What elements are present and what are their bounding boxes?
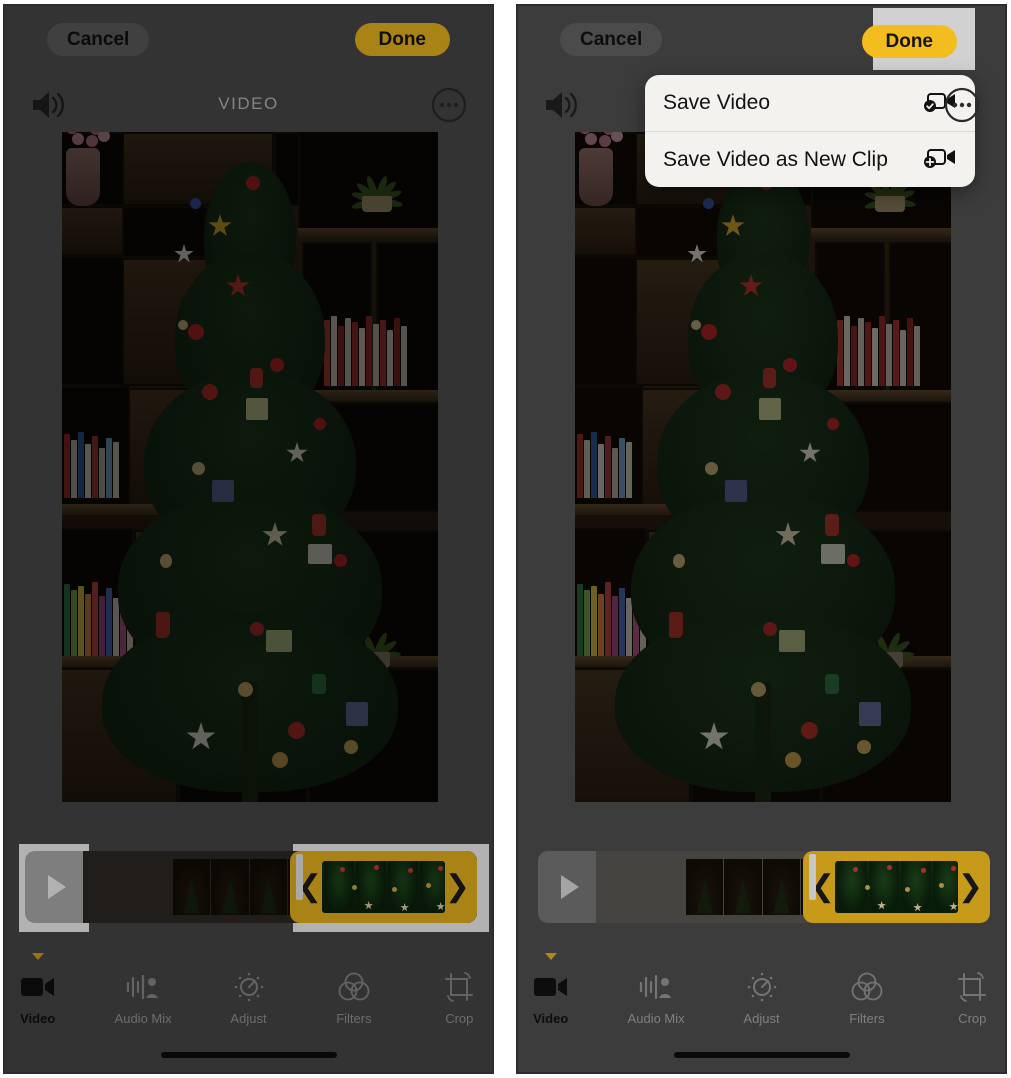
menu-item-label: Save Video as New Clip (663, 147, 888, 171)
home-indicator (673, 1052, 850, 1058)
cancel-button[interactable]: Cancel (560, 23, 663, 56)
filters-circles-icon (338, 966, 370, 1008)
filmstrip[interactable]: ❮ ❯ (83, 851, 477, 923)
tool-filters[interactable]: Filters (834, 966, 899, 1046)
done-button[interactable]: Done (861, 25, 957, 58)
audio-mix-icon (639, 966, 673, 1008)
ellipsis-circle-icon[interactable] (430, 86, 468, 124)
tool-label: Audio Mix (627, 1011, 685, 1026)
filmstrip[interactable]: ❮ ❯ (596, 851, 990, 923)
save-options-menu[interactable]: Save Video Save Video as New Clip (645, 75, 975, 187)
tool-video[interactable]: Video (518, 953, 583, 1046)
tool-label: Video (20, 1011, 56, 1026)
tool-label: Crop (958, 1011, 987, 1026)
tool-audio-mix[interactable]: Audio Mix (110, 966, 175, 1046)
edit-tools-bar: Video Audio Mix Adjust Filters Crop (5, 953, 492, 1046)
edit-tools-bar: Video Audio Mix Adjust Filters Crop (518, 953, 1005, 1046)
play-triangle-icon (47, 875, 66, 899)
tool-label: Filters (849, 1011, 885, 1026)
top-bar-left: Cancel Done (5, 6, 492, 72)
audio-mix-icon (126, 966, 160, 1008)
phone-panel-right: Cancel ❮ ❯ Video Audio Mix Adjust Filter… (516, 4, 1007, 1074)
video-timeline[interactable]: ❮ ❯ (538, 851, 990, 923)
video-preview[interactable] (575, 132, 951, 802)
ellipsis-circle-icon[interactable] (943, 86, 981, 124)
adjust-dial-icon (233, 966, 265, 1008)
menu-item-label: Save Video (663, 91, 771, 114)
adjust-dial-icon (746, 966, 778, 1008)
tool-audio-mix[interactable]: Audio Mix (623, 966, 688, 1046)
page-title: VIDEO (218, 94, 279, 113)
christmas-tree-scene (575, 132, 951, 802)
home-indicator (160, 1052, 337, 1058)
trim-right-handle[interactable]: ❯ (958, 872, 983, 902)
trim-selection[interactable]: ❮ ❯ (803, 851, 990, 923)
tool-crop[interactable]: Crop (940, 966, 1005, 1046)
speaker-wave-icon[interactable] (542, 88, 582, 122)
video-camera-icon (20, 966, 55, 1008)
tool-label: Filters (336, 1011, 372, 1026)
phone-panel-left: Cancel Done VIDEO ❮ ❯ Video Audio Mix Ad… (3, 4, 494, 1074)
tool-video[interactable]: Video (5, 953, 70, 1046)
screenshot-root: Cancel Done VIDEO ❮ ❯ Video Audio Mix Ad… (0, 0, 1011, 1078)
menu-item-save-video[interactable]: Save Video (645, 75, 975, 131)
playhead[interactable] (296, 854, 303, 900)
tool-label: Crop (445, 1011, 474, 1026)
play-button[interactable] (25, 851, 83, 923)
christmas-tree-scene (62, 132, 438, 802)
trim-thumbnail (835, 861, 958, 913)
tool-adjust[interactable]: Adjust (216, 966, 281, 1046)
tool-crop[interactable]: Crop (427, 966, 492, 1046)
tool-adjust[interactable]: Adjust (729, 966, 794, 1046)
video-preview[interactable] (62, 132, 438, 802)
tool-label: Video (533, 1011, 569, 1026)
menu-item-save-video-as-new-clip[interactable]: Save Video as New Clip (645, 131, 975, 187)
trim-selection[interactable]: ❮ ❯ (290, 851, 477, 923)
tool-filters[interactable]: Filters (321, 966, 386, 1046)
playhead[interactable] (809, 854, 816, 900)
video-camera-icon (533, 966, 568, 1008)
crop-rotate-icon (956, 966, 988, 1008)
cancel-button[interactable]: Cancel (47, 23, 150, 56)
trim-thumbnail (322, 861, 445, 913)
tool-label: Adjust (230, 1011, 267, 1026)
play-button[interactable] (538, 851, 596, 923)
filters-circles-icon (851, 966, 883, 1008)
active-tool-caret-icon (544, 953, 557, 960)
tool-label: Audio Mix (114, 1011, 172, 1026)
video-camera-plus-icon (923, 145, 957, 174)
sub-bar-left: VIDEO (5, 80, 492, 132)
active-tool-caret-icon (31, 953, 44, 960)
video-timeline[interactable]: ❮ ❯ (25, 851, 477, 923)
done-button[interactable]: Done (354, 23, 450, 56)
play-triangle-icon (560, 875, 579, 899)
trim-right-handle[interactable]: ❯ (445, 872, 470, 902)
crop-rotate-icon (443, 966, 475, 1008)
tool-label: Adjust (743, 1011, 780, 1026)
